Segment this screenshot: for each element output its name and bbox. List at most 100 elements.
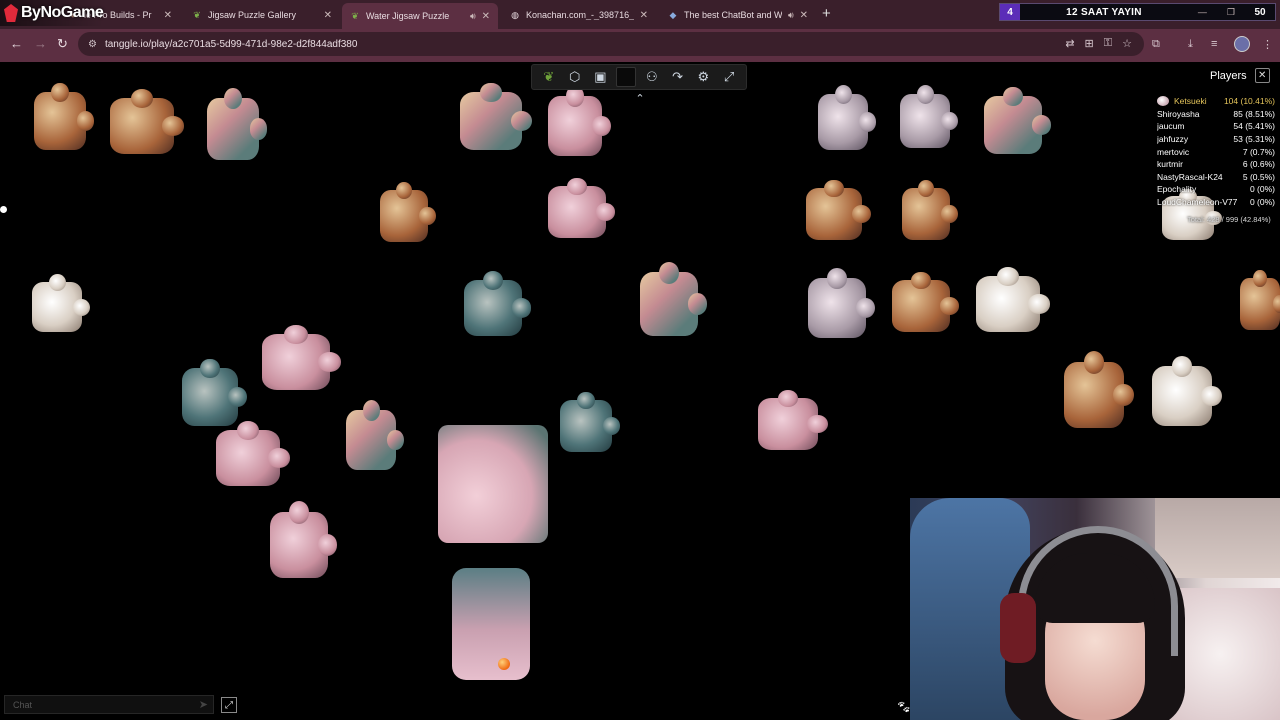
puzzle-piece[interactable]	[1152, 356, 1222, 426]
close-tab-icon[interactable]: ✕	[640, 10, 648, 21]
puzzle-piece[interactable]	[346, 400, 404, 470]
expand-chat-icon[interactable]: ⤢	[221, 697, 237, 713]
tanggle-icon: ❦	[351, 10, 359, 21]
bookmark-star-icon[interactable]: ☆	[1122, 37, 1132, 50]
share-icon[interactable]: ↷	[668, 67, 688, 87]
puzzle-piece[interactable]	[1064, 351, 1134, 428]
close-tab-icon[interactable]: ✕	[800, 10, 808, 21]
fullscreen-icon[interactable]: ⤢	[719, 67, 739, 87]
close-tab-icon[interactable]: ✕	[324, 10, 332, 21]
chat-input[interactable]	[13, 699, 199, 710]
url-field[interactable]: ⚙ tanggle.io/play/a2c701a5-5d99-471d-98e…	[78, 32, 1144, 56]
assembled-piece-cluster[interactable]	[452, 568, 530, 680]
puzzle-piece[interactable]	[984, 86, 1052, 154]
globe-icon: ◍	[511, 9, 519, 20]
collapse-toolbar-icon[interactable]: ⌃	[632, 92, 648, 106]
puzzle-piece[interactable]	[207, 88, 268, 160]
settings-gear-icon[interactable]: ⚙	[693, 67, 713, 87]
puzzle-piece[interactable]	[262, 325, 341, 390]
player-score: 0 (0%)	[1249, 184, 1275, 195]
player-name: Ketsueki	[1174, 96, 1207, 107]
puzzle-piece[interactable]	[818, 85, 876, 150]
puzzle-piece[interactable]	[32, 274, 90, 332]
background-color-icon[interactable]	[616, 67, 637, 87]
puzzle-piece[interactable]	[808, 268, 876, 338]
player-cursor-marker	[498, 658, 510, 670]
player-row: NastyRascal-K24 5 (0.5%)	[1157, 171, 1275, 184]
puzzle-piece[interactable]	[548, 86, 611, 156]
puzzle-piece[interactable]	[976, 267, 1051, 332]
player-row: mertovic 7 (0.7%)	[1157, 145, 1275, 158]
menu-icon[interactable]: ⋮	[1262, 38, 1273, 51]
puzzle-piece[interactable]	[900, 85, 958, 148]
browser-tab-bar: ● le Pro Builds - Pr ✕ ❦ Jigsaw Puzzle G…	[0, 0, 1280, 29]
site-info-icon[interactable]: ⚙	[88, 39, 97, 50]
players-total: Total: 428 / 999 (42.84%)	[1187, 215, 1271, 224]
player-score: 0 (0%)	[1249, 197, 1275, 208]
tanggle-logo-icon[interactable]: ❦	[539, 67, 559, 87]
url-text: tanggle.io/play/a2c701a5-5d99-471d-98e2-…	[104, 38, 358, 50]
profile-avatar[interactable]	[1234, 36, 1250, 52]
puzzle-piece[interactable]	[216, 421, 291, 486]
browser-tab-active[interactable]: ❦ Water Jigsaw Puzzle 🔊︎ ✕	[342, 3, 498, 29]
player-name: jahfuzzy	[1157, 134, 1189, 145]
assembled-piece-cluster[interactable]	[438, 425, 548, 543]
puzzle-piece[interactable]	[548, 177, 616, 238]
translate-icon[interactable]: ⇄	[1065, 37, 1074, 50]
players-title: Players	[1210, 69, 1247, 82]
puzzle-piece[interactable]	[892, 271, 960, 332]
key-icon[interactable]: ⚿	[1104, 37, 1112, 50]
minimize-icon[interactable]: —	[1198, 7, 1207, 17]
puzzle-piece[interactable]	[34, 82, 95, 150]
speaker-icon[interactable]: 🔊︎	[470, 11, 476, 22]
tab-title: The best ChatBot and Widg	[684, 10, 782, 20]
browser-tab[interactable]: ◍ Konachan.com_-_398716_samp ✕	[502, 4, 656, 26]
puzzle-piece[interactable]	[758, 389, 828, 450]
reload-icon[interactable]: ↻	[57, 36, 68, 52]
tanggle-icon: ❦	[193, 9, 201, 20]
puzzle-piece[interactable]	[806, 179, 871, 240]
back-icon[interactable]: ←	[10, 36, 23, 51]
puzzle-piece[interactable]	[902, 179, 958, 240]
players-panel-header: Players ✕	[1210, 68, 1270, 83]
install-icon[interactable]: ⊞	[1085, 37, 1094, 50]
player-row: LoudChameleon-V77 0 (0%)	[1157, 196, 1275, 209]
shield-icon: ◆	[669, 9, 677, 20]
puzzle-piece[interactable]	[110, 89, 185, 154]
puzzle-piece[interactable]	[182, 358, 247, 426]
puzzle-piece[interactable]	[380, 181, 436, 242]
forward-icon[interactable]: →	[34, 36, 47, 51]
download-icon[interactable]: ⤓	[1188, 38, 1193, 51]
close-tab-icon[interactable]: ✕	[482, 11, 490, 22]
leader-avatar-icon	[1157, 96, 1169, 107]
player-score: 54 (5.41%)	[1233, 121, 1275, 132]
playlist-icon[interactable]: ≡	[1211, 38, 1217, 50]
send-icon[interactable]: ➤	[199, 698, 208, 711]
logo-mark-icon	[4, 4, 18, 22]
puzzle-piece[interactable]	[560, 391, 621, 452]
edge-pieces-icon[interactable]: ⬡	[565, 67, 585, 87]
player-score: 6 (0.6%)	[1242, 159, 1275, 170]
browser-tab[interactable]: ◆ The best ChatBot and Widg 🔊︎ ✕	[660, 4, 816, 26]
puzzle-piece[interactable]	[464, 271, 532, 336]
close-tab-icon[interactable]: ✕	[164, 10, 172, 21]
browser-tab[interactable]: ❦ Jigsaw Puzzle Gallery ✕	[184, 4, 340, 26]
player-row: jahfuzzy 53 (5.31%)	[1157, 133, 1275, 146]
restore-icon[interactable]: ❐	[1227, 7, 1235, 18]
player-cursor-marker	[0, 206, 7, 213]
players-icon[interactable]: ⚇	[642, 67, 662, 87]
player-row: Ketsueki 104 (10.41%)	[1157, 95, 1275, 108]
stream-overlay-bar: 4 12 SAAT YAYIN — ❐ 50	[999, 3, 1276, 21]
speaker-icon[interactable]: 🔊︎	[788, 10, 794, 21]
extensions-icon[interactable]: ⧉	[1152, 38, 1160, 51]
preview-image-icon[interactable]: ▣	[590, 67, 610, 87]
puzzle-piece[interactable]	[270, 501, 338, 578]
puzzle-toolbar: ❦ ⬡ ▣ ⚇ ↷ ⚙ ⤢	[531, 64, 747, 90]
close-icon[interactable]: ✕	[1254, 68, 1270, 83]
puzzle-piece[interactable]	[1240, 269, 1280, 330]
stream-badge: 4	[1000, 4, 1020, 20]
new-tab-button[interactable]: +	[822, 5, 831, 22]
puzzle-piece[interactable]	[460, 82, 532, 150]
player-name: Shiroyasha	[1157, 108, 1200, 119]
puzzle-piece[interactable]	[640, 261, 708, 336]
